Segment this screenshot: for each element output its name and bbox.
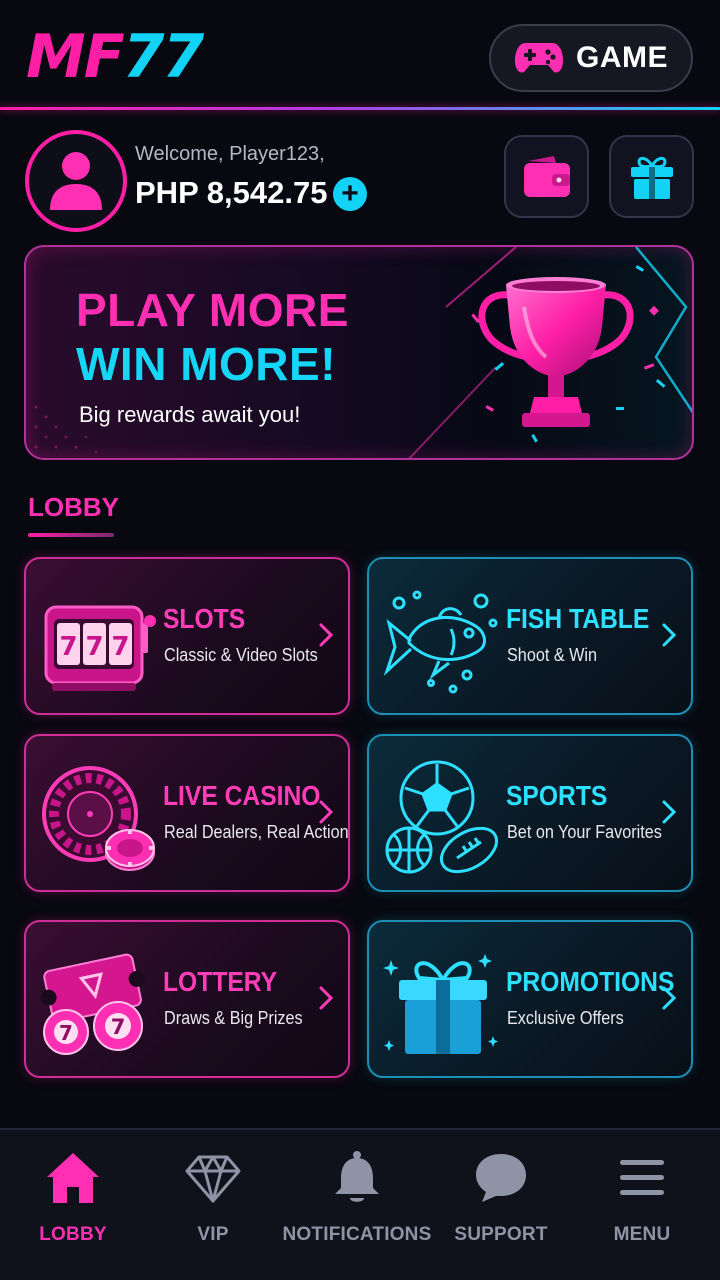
lobby-title-underline	[28, 533, 114, 537]
chevron-right-icon	[319, 800, 334, 824]
gift-box-icon	[383, 954, 498, 1054]
lobby-card-fish-table[interactable]: FISH TABLE Shoot & Win	[367, 557, 693, 715]
avatar[interactable]	[25, 130, 127, 232]
card-title: LIVE CASINO	[163, 780, 321, 811]
app-header: MF77 GAME	[0, 0, 720, 110]
gift-icon	[630, 156, 673, 199]
welcome-text: Welcome, Player123,	[135, 143, 325, 165]
card-subtitle: Exclusive Offers	[507, 1008, 624, 1028]
nav-item-support[interactable]: SUPPORT	[429, 1148, 573, 1268]
add-funds-button[interactable]: +	[333, 177, 367, 211]
svg-text:7: 7	[59, 632, 77, 662]
wallet-button[interactable]	[504, 135, 589, 218]
card-title: SLOTS	[163, 603, 246, 634]
roulette-icon	[42, 766, 155, 871]
nav-item-menu[interactable]: MENU	[570, 1148, 714, 1268]
bell-icon	[335, 1151, 379, 1202]
balance-amount: PHP 8,542.75	[135, 175, 328, 210]
banner-title-line1: PLAY MORE	[76, 284, 349, 336]
svg-text:7: 7	[111, 632, 129, 662]
svg-text:7: 7	[59, 1021, 73, 1045]
logo-text-77: 77	[122, 22, 204, 92]
lobby-card-lottery[interactable]: 7 7 LOTTERY Draws & Big Prizes	[24, 920, 350, 1078]
card-subtitle: Draws & Big Prizes	[164, 1008, 303, 1028]
game-button[interactable]: GAME	[489, 24, 693, 92]
nav-item-lobby[interactable]: LOBBY	[1, 1148, 145, 1268]
slot-machine-icon: 7 7 7	[44, 605, 156, 691]
lobby-card-sports[interactable]: SPORTS Bet on Your Favorites	[367, 734, 693, 892]
lobby-card-live-casino[interactable]: LIVE CASINO Real Dealers, Real Action	[24, 734, 350, 892]
chevron-right-icon	[319, 986, 334, 1010]
sports-balls-icon	[385, 760, 498, 874]
card-subtitle: Classic & Video Slots	[164, 645, 318, 665]
chevron-right-icon	[319, 623, 334, 647]
chevron-right-icon	[662, 986, 677, 1010]
nav-label: NOTIFICATIONS	[282, 1224, 432, 1245]
card-title: FISH TABLE	[506, 603, 650, 634]
game-button-label: GAME	[576, 41, 668, 74]
nav-label: LOBBY	[39, 1224, 107, 1245]
svg-text:7: 7	[85, 632, 103, 662]
trophy-icon	[408, 247, 692, 458]
gamepad-icon	[515, 43, 563, 73]
wallet-icon	[523, 155, 570, 197]
bottom-nav: LOBBY VIP NOTIFICATIONS SUPPORT MENU	[0, 1128, 720, 1280]
plus-icon: +	[341, 177, 359, 210]
lobby-section-title: LOBBY	[28, 492, 119, 522]
svg-text:7: 7	[111, 1015, 126, 1039]
card-subtitle: Shoot & Win	[507, 645, 598, 665]
header-divider	[0, 107, 720, 110]
nav-label: VIP	[197, 1224, 229, 1245]
chevron-right-icon	[662, 800, 677, 824]
nav-label: SUPPORT	[454, 1224, 548, 1245]
gift-button[interactable]	[609, 135, 694, 218]
nav-label: MENU	[613, 1224, 671, 1245]
card-title: LOTTERY	[163, 966, 278, 997]
chat-bubble-icon	[476, 1154, 526, 1202]
card-title: SPORTS	[506, 780, 608, 811]
lobby-card-slots[interactable]: 7 7 7 SLOTS Classic & Video Slots	[24, 557, 350, 715]
lobby-card-promotions[interactable]: PROMOTIONS Exclusive Offers	[367, 920, 693, 1078]
logo-text-mf: MF	[26, 22, 125, 92]
promo-banner[interactable]: PLAY MORE WIN MORE! Big rewards await yo…	[24, 245, 694, 460]
nav-item-vip[interactable]: VIP	[141, 1148, 285, 1268]
banner-title-line2: WIN MORE!	[76, 338, 337, 390]
mf77-logo[interactable]: MF77	[26, 22, 204, 92]
banner-subtitle: Big rewards await you!	[79, 402, 301, 427]
user-icon	[50, 152, 102, 210]
home-icon	[47, 1153, 99, 1203]
diamond-icon	[185, 1155, 241, 1203]
card-subtitle: Bet on Your Favorites	[507, 822, 662, 842]
fish-icon	[383, 590, 498, 694]
lottery-ticket-icon: 7 7	[40, 953, 145, 1055]
chevron-right-icon	[662, 623, 677, 647]
card-title: PROMOTIONS	[506, 966, 675, 997]
nav-item-notifications[interactable]: NOTIFICATIONS	[282, 1148, 432, 1268]
hamburger-menu-icon	[620, 1160, 664, 1195]
